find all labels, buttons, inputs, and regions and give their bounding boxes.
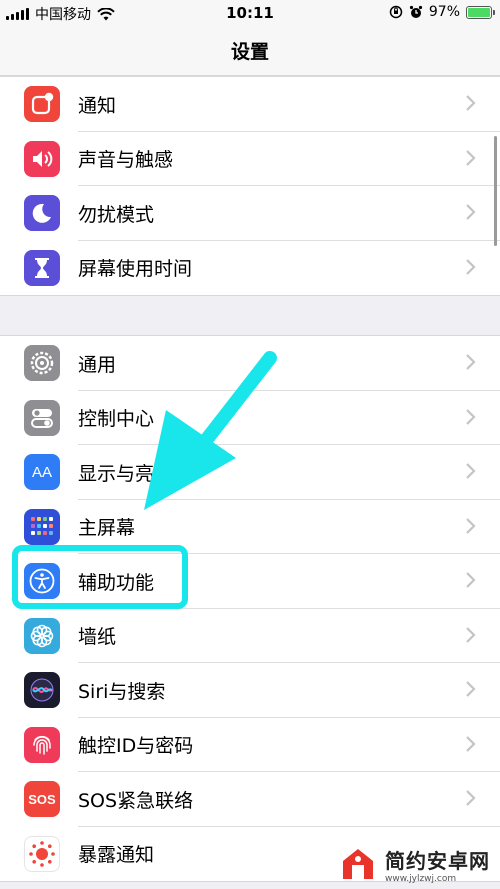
wallpaper-icon [24,617,60,654]
status-right: 97% [389,4,495,20]
watermark-name: 简约安卓网 [385,848,490,873]
settings-row-label: 主屏幕 [78,517,136,540]
watermark-url: www.jylzwj.com [385,873,457,884]
notifications-icon [24,86,60,122]
chevron-right-icon [466,626,476,643]
chevron-right-icon [466,258,476,275]
settings-row-label: 通用 [78,353,117,376]
watermark: 简约安卓网 www.jylzwj.com [337,843,490,885]
do-not-disturb-icon [24,195,60,231]
chevron-right-icon [466,572,476,588]
home-screen-icon [24,508,60,545]
settings-row-label: 勿扰模式 [78,203,155,226]
settings-row-notifications[interactable]: 通知 [0,77,500,132]
chevron-right-icon [466,408,476,425]
settings-row-sounds[interactable]: 声音与触感 [0,132,500,186]
battery-icon [466,5,495,19]
watermark-logo-icon [343,849,373,879]
sounds-icon [24,140,60,177]
siri-icon [24,672,60,708]
alarm-icon [409,5,422,18]
page-title: 设置 [230,41,269,63]
settings-row-do-not-disturb[interactable]: 勿扰模式 [0,186,500,241]
settings-row-label: 声音与触感 [78,149,174,172]
settings-row-screen-time[interactable]: 屏幕使用时间 [0,241,500,296]
settings-row-label: 屏幕使用时间 [78,258,193,281]
chevron-right-icon [466,463,476,479]
fingerprint-icon [24,726,60,763]
settings-row-general[interactable]: 通用 [0,336,500,391]
chevron-right-icon [466,354,476,370]
battery-percent: 97% [428,4,460,20]
watermark-text: 简约安卓网 www.jylzwj.com [385,845,490,884]
display-brightness-icon: AA [24,454,60,490]
settings-row-label: Siri与搜索 [78,680,166,703]
sos-icon: SOS [24,781,60,817]
settings-row-control-center[interactable]: 控制中心 [0,391,500,445]
settings-row-label: 通知 [78,94,117,117]
chevron-right-icon [466,204,476,220]
settings-row-emergency-sos[interactable]: SOS SOS紧急联络 [0,772,500,827]
chevron-right-icon [466,681,476,697]
settings-row-label: SOS紧急联络 [78,789,194,812]
settings-row-label: 控制中心 [78,408,155,431]
exposure-notifications-icon [24,835,60,872]
screen-time-icon [24,249,60,286]
chevron-right-icon [466,790,476,806]
sos-glyph: SOS [28,791,56,807]
chevron-right-icon [466,517,476,534]
settings-group-1: 通知 声音与触感 勿扰模式 屏幕使用时间 [0,76,500,296]
aa-glyph: AA [31,463,52,481]
status-bar: 中国移动 10:11 97% [0,0,500,26]
gear-icon [24,345,60,381]
highlight-box [12,545,188,609]
scroll-indicator[interactable] [494,136,497,246]
control-center-icon [24,399,60,436]
settings-row-touch-id-passcode[interactable]: 触控ID与密码 [0,718,500,772]
navigation-bar: 设置 [0,26,500,76]
settings-row-wallpaper[interactable]: 墙纸 [0,609,500,663]
settings-row-label: 墙纸 [78,626,117,649]
chevron-right-icon [466,735,476,752]
settings-row-label: 暴露通知 [78,844,155,867]
orientation-lock-icon [389,5,403,19]
settings-row-siri-search[interactable]: Siri与搜索 [0,663,500,718]
settings-row-label: 触控ID与密码 [78,735,194,758]
settings-row-label: 显示与亮 [78,462,155,485]
settings-row-display-brightness[interactable]: AA 显示与亮 [0,445,500,500]
chevron-right-icon [466,95,476,111]
chevron-right-icon [466,149,476,166]
